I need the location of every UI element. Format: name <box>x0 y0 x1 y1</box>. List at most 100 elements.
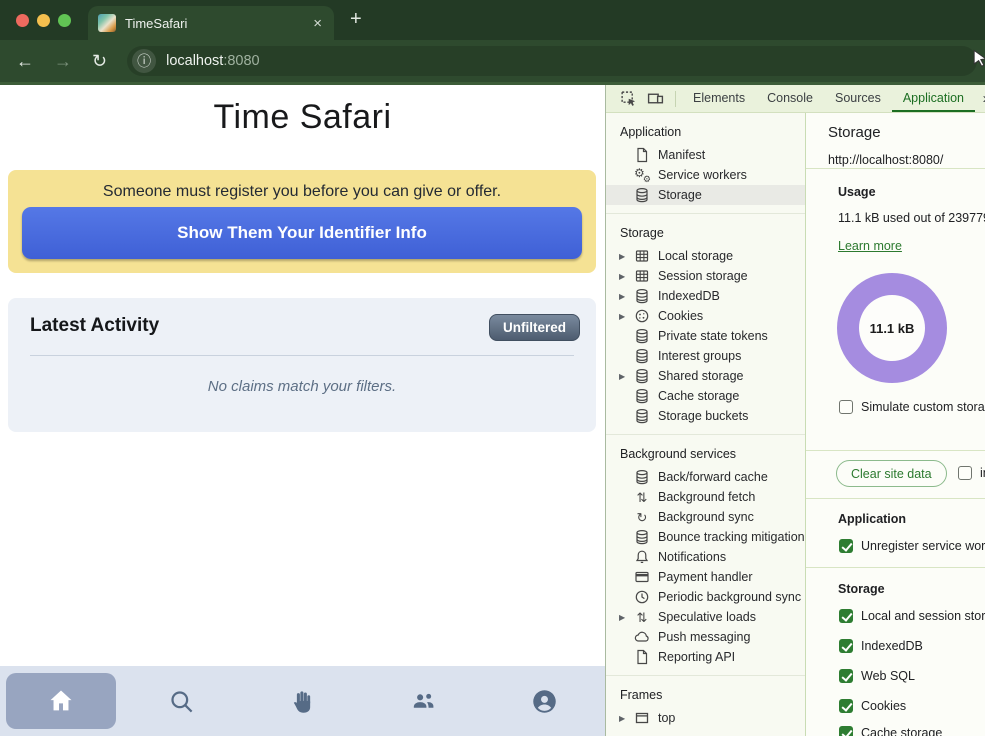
back-button[interactable]: ← <box>16 52 34 70</box>
indexeddb-row[interactable]: IndexedDB <box>839 639 923 653</box>
database-icon <box>634 529 650 545</box>
tab-application[interactable]: Application <box>892 85 975 112</box>
hand-icon <box>289 688 316 715</box>
tree-item-label: Back/forward cache <box>658 470 768 484</box>
inspect-element-icon[interactable] <box>620 90 637 107</box>
tab-close-icon[interactable]: × <box>311 15 324 32</box>
new-tab-button[interactable]: + <box>350 8 362 31</box>
tree-item-push-messaging[interactable]: Push messaging <box>606 627 805 647</box>
include-cookies-row[interactable]: in <box>958 466 985 480</box>
tree-item-background-sync[interactable]: ↻ Background sync <box>606 507 805 527</box>
tree-item-storage-buckets[interactable]: Storage buckets <box>606 406 805 426</box>
section-title: Frames <box>606 684 805 708</box>
reload-button[interactable]: ↻ <box>92 52 107 70</box>
tree-item-indexeddb[interactable]: ▶ IndexedDB <box>606 286 805 306</box>
address-bar[interactable]: ⓘ localhost:8080 <box>127 46 977 76</box>
zoom-window-button[interactable] <box>58 14 71 27</box>
tree-item-private-state-tokens[interactable]: Private state tokens <box>606 326 805 346</box>
tree-item-label: Cache storage <box>658 389 739 403</box>
tree-item-session-storage[interactable]: ▶ Session storage <box>606 266 805 286</box>
checkbox-checked[interactable] <box>839 699 853 713</box>
person-circle-icon <box>531 688 558 715</box>
tree-item-notifications[interactable]: Notifications <box>606 547 805 567</box>
bottom-navigation <box>0 666 605 736</box>
tree-item-service-workers[interactable]: ⚙⚙ Service workers <box>606 165 805 185</box>
tree-item-bounce-tracking-mitigations[interactable]: Bounce tracking mitigation <box>606 527 805 547</box>
tree-item-label: Cookies <box>658 309 703 323</box>
checkbox-checked[interactable] <box>839 669 853 683</box>
expander-icon[interactable]: ▶ <box>619 272 632 281</box>
tab-elements[interactable]: Elements <box>682 85 756 112</box>
expander-icon[interactable]: ▶ <box>619 613 632 622</box>
devtools-tabbar: Elements Console Sources Application » <box>606 85 985 113</box>
local-session-storage-row[interactable]: Local and session stora <box>839 609 985 623</box>
card-divider <box>30 355 574 356</box>
expander-icon[interactable]: ▶ <box>619 714 632 723</box>
cache-storage-row[interactable]: Cache storage <box>839 726 942 736</box>
minimize-window-button[interactable] <box>37 14 50 27</box>
up-down-arrows-icon: ⇅ <box>634 489 650 505</box>
tree-item-label: Bounce tracking mitigation <box>658 530 805 544</box>
tree-item-top-frame[interactable]: ▶ top <box>606 708 805 728</box>
tree-item-cookies[interactable]: ▶ Cookies <box>606 306 805 326</box>
panel-divider <box>806 168 985 169</box>
contacts-nav-button[interactable] <box>363 666 484 736</box>
tree-item-background-fetch[interactable]: ⇅ Background fetch <box>606 487 805 507</box>
device-toolbar-icon[interactable] <box>647 90 664 107</box>
unregister-service-workers-row[interactable]: Unregister service wor <box>839 539 985 553</box>
tab-sources[interactable]: Sources <box>824 85 892 112</box>
tree-item-manifest[interactable]: Manifest <box>606 145 805 165</box>
database-icon <box>634 288 650 304</box>
search-nav-button[interactable] <box>121 666 242 736</box>
expander-icon[interactable]: ▶ <box>619 292 632 301</box>
usage-donut-chart: 11.1 kB <box>837 273 947 383</box>
simulate-quota-checkbox[interactable] <box>839 400 853 414</box>
page-title: Time Safari <box>0 98 605 137</box>
tree-item-payment-handler[interactable]: Payment handler <box>606 567 805 587</box>
home-nav-button[interactable] <box>6 673 116 729</box>
gears-icon: ⚙⚙ <box>634 167 650 183</box>
tree-item-storage[interactable]: Storage <box>606 185 805 205</box>
devtools-panel: Elements Console Sources Application » A… <box>605 85 985 736</box>
cookie-icon <box>634 308 650 324</box>
close-window-button[interactable] <box>16 14 29 27</box>
tree-item-periodic-background-sync[interactable]: Periodic background sync <box>606 587 805 607</box>
checkbox-checked[interactable] <box>839 726 853 736</box>
tree-item-label: Periodic background sync <box>658 590 801 604</box>
expander-icon[interactable]: ▶ <box>619 372 632 381</box>
unfiltered-filter-button[interactable]: Unfiltered <box>489 314 580 341</box>
tree-item-label: Payment handler <box>658 570 753 584</box>
learn-more-link[interactable]: Learn more <box>838 239 902 253</box>
tree-item-local-storage[interactable]: ▶ Local storage <box>606 246 805 266</box>
forward-button[interactable]: → <box>54 52 72 70</box>
simulate-quota-row[interactable]: Simulate custom stora <box>839 400 985 414</box>
table-icon <box>634 268 650 284</box>
tree-item-shared-storage[interactable]: ▶ Shared storage <box>606 366 805 386</box>
tree-item-cache-storage[interactable]: Cache storage <box>606 386 805 406</box>
profile-nav-button[interactable] <box>484 666 605 736</box>
web-sql-row[interactable]: Web SQL <box>839 669 915 683</box>
clear-site-data-button[interactable]: Clear site data <box>836 460 947 487</box>
browser-tab[interactable]: TimeSafari × <box>88 6 334 40</box>
tree-item-speculative-loads[interactable]: ▶ ⇅ Speculative loads <box>606 607 805 627</box>
tree-item-back-forward-cache[interactable]: Back/forward cache <box>606 467 805 487</box>
cookies-row[interactable]: Cookies <box>839 699 906 713</box>
expander-icon[interactable]: ▶ <box>619 312 632 321</box>
unregister-checkbox-checked[interactable] <box>839 539 853 553</box>
checkbox-checked[interactable] <box>839 639 853 653</box>
projects-nav-button[interactable] <box>242 666 363 736</box>
site-info-icon[interactable]: ⓘ <box>132 49 156 73</box>
tree-item-interest-groups[interactable]: Interest groups <box>606 346 805 366</box>
tree-item-reporting-api[interactable]: Reporting API <box>606 647 805 667</box>
tab-strip: TimeSafari × + <box>0 0 985 40</box>
usage-heading: Usage <box>838 185 876 199</box>
tree-item-label: Shared storage <box>658 369 743 383</box>
checkbox-checked[interactable] <box>839 609 853 623</box>
include-checkbox[interactable] <box>958 466 972 480</box>
tree-item-label: IndexedDB <box>658 289 720 303</box>
expander-icon[interactable]: ▶ <box>619 252 632 261</box>
checkbox-label: Simulate custom stora <box>861 400 985 414</box>
tab-console[interactable]: Console <box>756 85 824 112</box>
file-icon <box>634 147 650 163</box>
show-identifier-info-button[interactable]: Show Them Your Identifier Info <box>22 207 582 259</box>
